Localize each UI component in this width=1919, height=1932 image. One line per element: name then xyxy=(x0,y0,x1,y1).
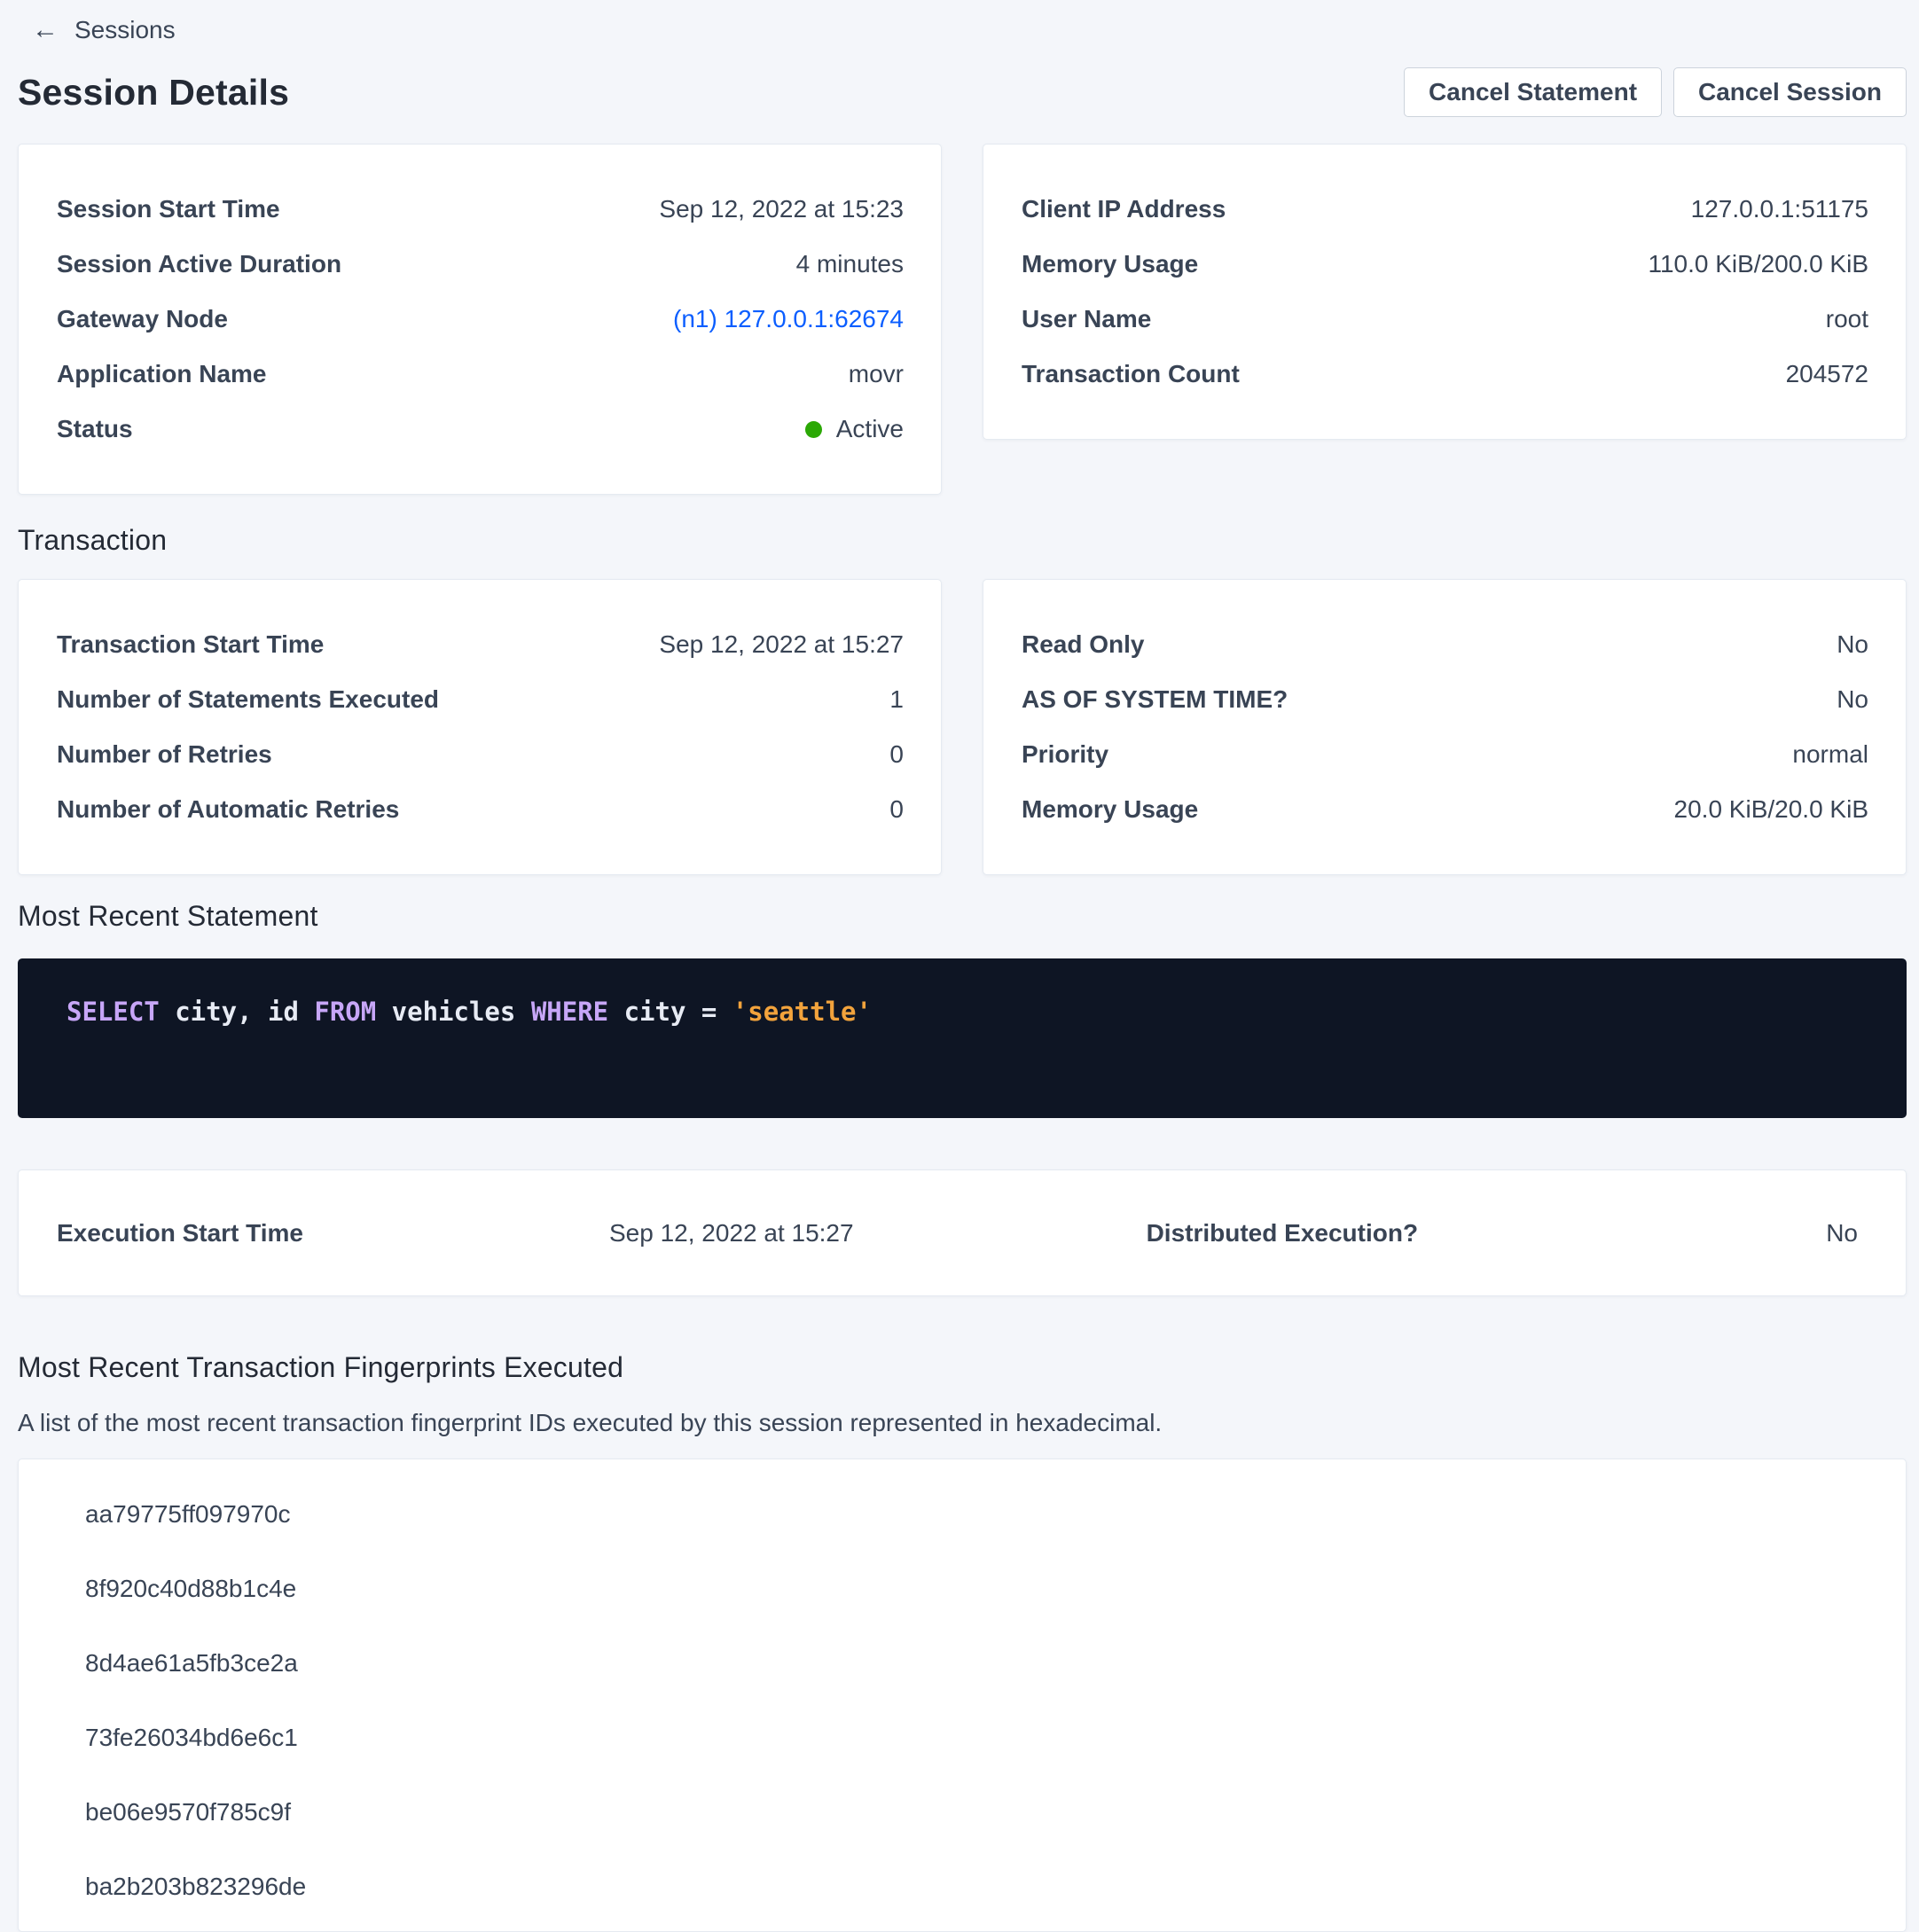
application-name-label: Application Name xyxy=(57,360,266,388)
sql-statement: SELECT city, id FROM vehicles WHERE city… xyxy=(67,996,1907,1029)
retries-row: Number of Retries 0 xyxy=(57,727,904,782)
transaction-count-value: 204572 xyxy=(1786,360,1868,388)
automatic-retries-row: Number of Automatic Retries 0 xyxy=(57,782,904,837)
gateway-node-label: Gateway Node xyxy=(57,305,228,333)
status-value: Active xyxy=(836,415,904,443)
client-ip-row: Client IP Address 127.0.0.1:51175 xyxy=(1022,182,1868,237)
back-link-label: Sessions xyxy=(74,16,176,44)
as-of-system-time-label: AS OF SYSTEM TIME? xyxy=(1022,685,1288,714)
sql-text: city = xyxy=(608,997,732,1027)
gateway-node-row: Gateway Node (n1) 127.0.0.1:62674 xyxy=(57,292,904,347)
session-start-time-label: Session Start Time xyxy=(57,195,280,223)
transaction-start-time-value: Sep 12, 2022 at 15:27 xyxy=(659,630,904,659)
transaction-start-time-row: Transaction Start Time Sep 12, 2022 at 1… xyxy=(57,617,904,672)
as-of-system-time-row: AS OF SYSTEM TIME? No xyxy=(1022,672,1868,727)
fingerprint-item: be06e9570f785c9f xyxy=(85,1775,1906,1850)
client-ip-label: Client IP Address xyxy=(1022,195,1226,223)
retries-value: 0 xyxy=(889,740,904,769)
fingerprints-card: aa79775ff097970c 8f920c40d88b1c4e 8d4ae6… xyxy=(18,1459,1907,1932)
session-memory-usage-value: 110.0 KiB/200.0 KiB xyxy=(1648,250,1868,278)
transaction-memory-usage-value: 20.0 KiB/20.0 KiB xyxy=(1674,795,1868,824)
fingerprints-description: A list of the most recent transaction fi… xyxy=(18,1409,1907,1437)
back-to-sessions-link[interactable]: ← Sessions xyxy=(32,16,176,44)
read-only-label: Read Only xyxy=(1022,630,1144,659)
execution-card: Execution Start Time Sep 12, 2022 at 15:… xyxy=(18,1169,1907,1296)
sql-text: vehicles xyxy=(376,997,531,1027)
fingerprint-item: 8d4ae61a5fb3ce2a xyxy=(85,1626,1906,1701)
status-badge: Active xyxy=(805,415,904,443)
sql-string-literal: 'seattle' xyxy=(732,997,872,1027)
session-left-card: Session Start Time Sep 12, 2022 at 15:23… xyxy=(18,144,942,495)
session-memory-usage-label: Memory Usage xyxy=(1022,250,1198,278)
sql-keyword: SELECT xyxy=(67,997,160,1027)
fingerprints-heading: Most Recent Transaction Fingerprints Exe… xyxy=(18,1351,1907,1384)
fingerprint-item: ba2b203b823296de xyxy=(85,1850,1906,1924)
session-start-time-value: Sep 12, 2022 at 15:23 xyxy=(659,195,904,223)
sql-statement-box: SELECT city, id FROM vehicles WHERE city… xyxy=(18,958,1907,1118)
session-memory-usage-row: Memory Usage 110.0 KiB/200.0 KiB xyxy=(1022,237,1868,292)
session-summary-row: Session Start Time Sep 12, 2022 at 15:23… xyxy=(18,144,1907,495)
gateway-node-link[interactable]: (n1) 127.0.0.1:62674 xyxy=(673,305,904,333)
header-buttons: Cancel Statement Cancel Session xyxy=(1404,67,1907,117)
execution-start-time-value: Sep 12, 2022 at 15:27 xyxy=(609,1219,854,1248)
session-start-time-row: Session Start Time Sep 12, 2022 at 15:23 xyxy=(57,182,904,237)
priority-label: Priority xyxy=(1022,740,1108,769)
statements-executed-label: Number of Statements Executed xyxy=(57,685,439,714)
session-active-duration-row: Session Active Duration 4 minutes xyxy=(57,237,904,292)
transaction-memory-usage-label: Memory Usage xyxy=(1022,795,1198,824)
page-title: Session Details xyxy=(18,72,289,113)
execution-start-time-label: Execution Start Time xyxy=(57,1219,609,1248)
most-recent-statement-heading: Most Recent Statement xyxy=(18,900,1907,933)
fingerprint-item: 73fe26034bd6e6c1 xyxy=(85,1701,1906,1775)
status-label: Status xyxy=(57,415,133,443)
cancel-session-button[interactable]: Cancel Session xyxy=(1673,67,1907,117)
read-only-row: Read Only No xyxy=(1022,617,1868,672)
back-arrow-icon: ← xyxy=(32,17,59,43)
read-only-value: No xyxy=(1837,630,1868,659)
application-name-value: movr xyxy=(849,360,904,388)
distributed-execution-label: Distributed Execution? xyxy=(1147,1219,1418,1248)
transaction-count-label: Transaction Count xyxy=(1022,360,1240,388)
page-header: Session Details Cancel Statement Cancel … xyxy=(18,67,1907,117)
session-details-page: ← Sessions Session Details Cancel Statem… xyxy=(0,0,1919,1929)
fingerprint-item: 8f920c40d88b1c4e xyxy=(85,1552,1906,1626)
application-name-row: Application Name movr xyxy=(57,347,904,402)
fingerprint-item: aa79775ff097970c xyxy=(85,1477,1906,1552)
status-active-dot-icon xyxy=(805,421,822,438)
user-name-value: root xyxy=(1826,305,1868,333)
session-active-duration-label: Session Active Duration xyxy=(57,250,341,278)
retries-label: Number of Retries xyxy=(57,740,272,769)
user-name-row: User Name root xyxy=(1022,292,1868,347)
sql-keyword: WHERE xyxy=(531,997,608,1027)
session-right-card: Client IP Address 127.0.0.1:51175 Memory… xyxy=(983,144,1907,440)
transaction-right-card: Read Only No AS OF SYSTEM TIME? No Prior… xyxy=(983,579,1907,875)
cancel-statement-button[interactable]: Cancel Statement xyxy=(1404,67,1662,117)
transaction-start-time-label: Transaction Start Time xyxy=(57,630,324,659)
priority-row: Priority normal xyxy=(1022,727,1868,782)
statements-executed-row: Number of Statements Executed 1 xyxy=(57,672,904,727)
client-ip-value: 127.0.0.1:51175 xyxy=(1691,195,1868,223)
transaction-left-card: Transaction Start Time Sep 12, 2022 at 1… xyxy=(18,579,942,875)
as-of-system-time-value: No xyxy=(1837,685,1868,714)
transaction-row: Transaction Start Time Sep 12, 2022 at 1… xyxy=(18,579,1907,875)
sql-keyword: FROM xyxy=(314,997,376,1027)
session-active-duration-value: 4 minutes xyxy=(796,250,904,278)
automatic-retries-value: 0 xyxy=(889,795,904,824)
statements-executed-value: 1 xyxy=(889,685,904,714)
transaction-count-row: Transaction Count 204572 xyxy=(1022,347,1868,402)
status-row: Status Active xyxy=(57,402,904,457)
transaction-memory-usage-row: Memory Usage 20.0 KiB/20.0 KiB xyxy=(1022,782,1868,837)
priority-value: normal xyxy=(1792,740,1868,769)
user-name-label: User Name xyxy=(1022,305,1151,333)
sql-text: city, id xyxy=(160,997,315,1027)
transaction-section-heading: Transaction xyxy=(18,524,1907,557)
distributed-execution-value: No xyxy=(1826,1219,1858,1248)
automatic-retries-label: Number of Automatic Retries xyxy=(57,795,399,824)
